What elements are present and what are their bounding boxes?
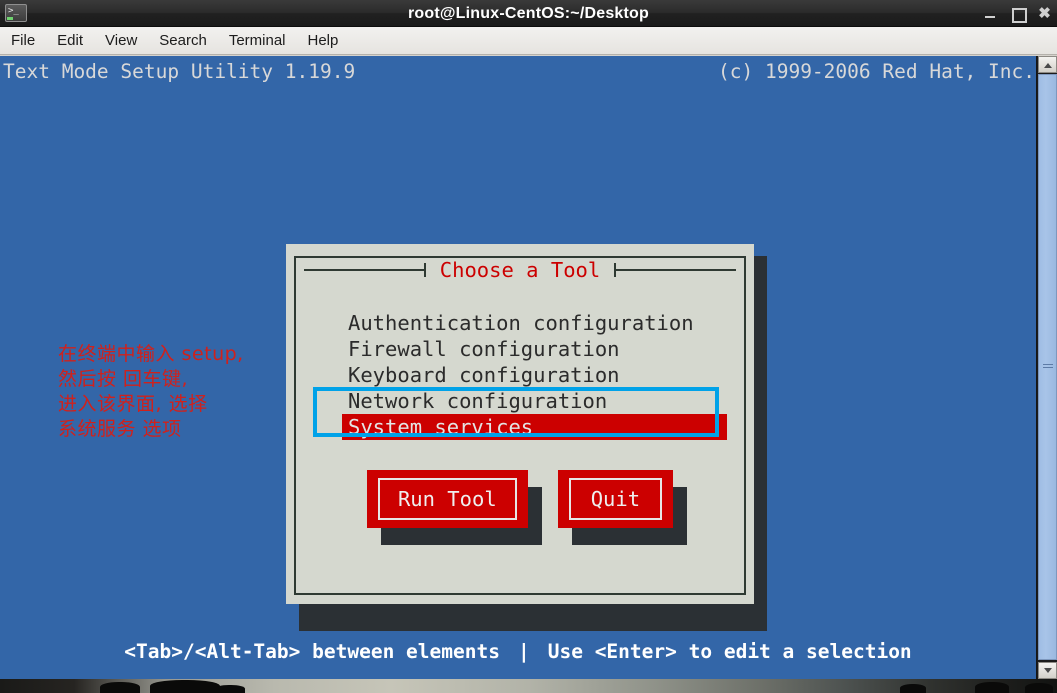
setup-copyright: (c) 1999-2006 Red Hat, Inc. <box>718 60 1035 83</box>
minimize-icon[interactable] <box>984 7 997 20</box>
setup-utility-title: Text Mode Setup Utility 1.19.9 <box>3 60 356 83</box>
desktop-wallpaper-strip <box>0 679 1057 693</box>
title-rule-left <box>304 263 426 277</box>
dialog-button-row: Run Tool Quit <box>296 470 744 545</box>
screenshot-root: root@Linux-CentOS:~/Desktop ✖ File Edit … <box>0 0 1057 693</box>
footer-separator: | <box>517 640 530 663</box>
menu-item-help[interactable]: Help <box>306 30 341 51</box>
quit-button-label: Quit <box>568 478 663 520</box>
setup-header-bar: Text Mode Setup Utility 1.19.9 (c) 1999-… <box>0 58 1036 86</box>
title-rule-right <box>614 263 737 277</box>
tty-content: Text Mode Setup Utility 1.19.9 (c) 1999-… <box>0 56 1036 679</box>
menu-item-edit[interactable]: Edit <box>55 30 85 51</box>
menu-item-file[interactable]: File <box>9 30 37 51</box>
menu-item-search[interactable]: Search <box>157 30 209 51</box>
list-item-keyboard-configuration[interactable]: Keyboard configuration <box>348 362 727 388</box>
terminal-window: root@Linux-CentOS:~/Desktop ✖ File Edit … <box>0 0 1057 679</box>
window-title: root@Linux-CentOS:~/Desktop <box>407 5 649 22</box>
annotation-note: 在终端中输入 setup, 然后按 回车键, 进入该界面, 选择 系统服务 选项 <box>58 343 244 440</box>
setup-footer-hints: <Tab>/<Alt-Tab> between elements | Use <En… <box>0 638 1036 666</box>
footer-hint-enter: Use <Enter> to edit a selection <box>547 640 912 663</box>
window-titlebar[interactable]: root@Linux-CentOS:~/Desktop ✖ <box>0 0 1057 27</box>
scrollbar-grip-icon <box>1042 364 1053 370</box>
dialog-title: Choose a Tool <box>425 258 615 282</box>
quit-button[interactable]: Quit <box>557 470 674 528</box>
terminal-screen[interactable]: Text Mode Setup Utility 1.19.9 (c) 1999-… <box>0 56 1057 679</box>
run-tool-button[interactable]: Run Tool <box>366 470 528 528</box>
run-tool-button-wrap: Run Tool <box>366 470 542 545</box>
window-controls: ✖ <box>984 0 1051 27</box>
quit-button-wrap: Quit <box>557 470 688 545</box>
scrollbar-thumb[interactable] <box>1038 74 1057 660</box>
menu-item-view[interactable]: View <box>103 30 139 51</box>
menu-item-terminal[interactable]: Terminal <box>227 30 288 51</box>
dialog-title-bar: Choose a Tool <box>296 258 744 282</box>
footer-hint-tab: <Tab>/<Alt-Tab> between elements <box>124 640 500 663</box>
menubar: File Edit View Search Terminal Help <box>0 27 1057 55</box>
run-tool-button-label: Run Tool <box>377 478 517 520</box>
close-icon[interactable]: ✖ <box>1038 6 1051 21</box>
list-item-firewall-configuration[interactable]: Firewall configuration <box>348 336 727 362</box>
maximize-icon[interactable] <box>1011 7 1027 23</box>
list-item-authentication-configuration[interactable]: Authentication configuration <box>348 310 727 336</box>
annotation-highlight-box <box>313 387 719 437</box>
terminal-icon <box>5 4 27 22</box>
terminal-scrollbar[interactable] <box>1036 56 1057 679</box>
scroll-up-arrow-icon[interactable] <box>1038 56 1057 73</box>
scroll-down-arrow-icon[interactable] <box>1038 662 1057 679</box>
